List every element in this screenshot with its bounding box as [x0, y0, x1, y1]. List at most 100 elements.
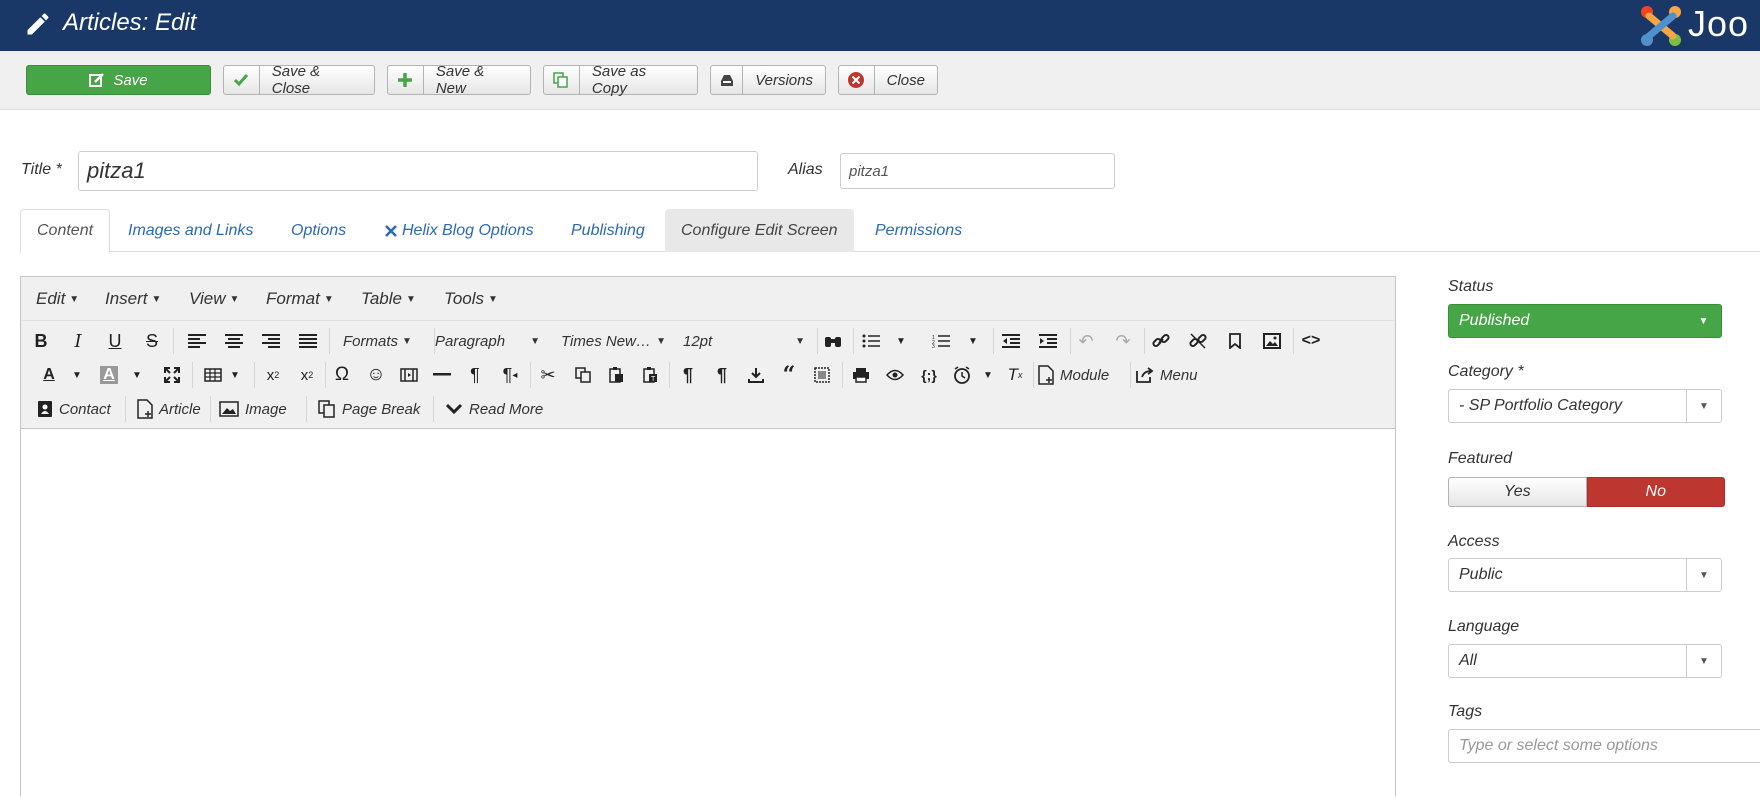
numbered-list-caret-icon[interactable]: ▼	[959, 327, 987, 355]
special-character-icon[interactable]: Ω	[328, 361, 356, 389]
link-icon[interactable]	[1147, 327, 1175, 355]
tab-helix-blog-options[interactable]: Helix Blog Options	[368, 209, 550, 252]
bullet-list-icon[interactable]	[857, 327, 885, 355]
insert-image-button[interactable]: Image	[219, 395, 287, 423]
copy-icon[interactable]	[569, 361, 597, 389]
versions-button[interactable]: Versions	[710, 65, 826, 95]
text-color-caret-icon[interactable]: ▼	[63, 361, 91, 389]
undo-icon[interactable]: ↶	[1072, 327, 1100, 355]
menu-table[interactable]: Table ▼	[361, 289, 416, 309]
media-icon[interactable]	[395, 361, 423, 389]
code-icon[interactable]: <>	[1297, 327, 1325, 355]
copy-icon	[553, 72, 569, 88]
background-color-caret-icon[interactable]: ▼	[123, 361, 151, 389]
status-select[interactable]: Published ▼	[1448, 304, 1722, 338]
insert-page-break-button[interactable]: Page Break	[318, 395, 420, 423]
module-button[interactable]: Module	[1038, 361, 1109, 389]
horizontal-rule-icon[interactable]	[428, 361, 456, 389]
ltr-icon[interactable]: ¶	[461, 361, 489, 389]
save-close-button[interactable]: Save & Close	[223, 63, 375, 97]
find-replace-icon[interactable]	[819, 327, 847, 355]
align-left-icon[interactable]	[183, 327, 211, 355]
menu-button[interactable]: Menu	[1136, 361, 1198, 389]
clear-formatting-icon[interactable]: Tx	[1001, 361, 1029, 389]
access-select[interactable]: Public ▼	[1448, 558, 1722, 592]
language-select[interactable]: All ▼	[1448, 644, 1722, 678]
menu-insert[interactable]: Insert ▼	[105, 289, 161, 309]
pencil-icon	[24, 10, 52, 38]
italic-icon[interactable]: I	[64, 327, 92, 355]
emoticons-icon[interactable]: ☺	[362, 361, 390, 389]
code-sample-icon[interactable]: {;}	[915, 361, 943, 389]
redo-icon[interactable]: ↷	[1109, 327, 1137, 355]
paste-icon[interactable]	[602, 361, 630, 389]
svg-text:3: 3	[932, 344, 935, 348]
visual-chars-icon[interactable]: ¶	[708, 361, 736, 389]
category-label: Category *	[1448, 363, 1524, 380]
featured-yes-button[interactable]: Yes	[1448, 477, 1587, 507]
insert-contact-button[interactable]: Contact	[37, 395, 111, 423]
formats-dropdown[interactable]: Formats ▼	[343, 327, 412, 355]
bookmark-icon[interactable]	[1221, 327, 1249, 355]
print-icon[interactable]	[847, 361, 875, 389]
preview-icon[interactable]	[881, 361, 909, 389]
picture-icon	[219, 401, 239, 417]
tab-images-and-links[interactable]: Images and Links	[112, 209, 269, 252]
strikethrough-icon[interactable]: S	[138, 327, 166, 355]
menu-format[interactable]: Format ▼	[266, 289, 334, 309]
text-color-icon[interactable]: A	[35, 361, 63, 389]
fullscreen-icon[interactable]	[158, 361, 186, 389]
unlink-icon[interactable]	[1184, 327, 1212, 355]
align-justify-icon[interactable]	[294, 327, 322, 355]
menu-edit[interactable]: Edit ▼	[36, 289, 79, 309]
chevron-down-icon: ▼	[1698, 315, 1709, 327]
tab-permissions[interactable]: Permissions	[859, 209, 978, 252]
tab-options[interactable]: Options	[275, 209, 362, 252]
font-size-dropdown[interactable]: 12pt ▼	[683, 327, 805, 355]
save-new-button[interactable]: Save & New	[387, 63, 531, 97]
insert-datetime-icon[interactable]	[948, 361, 976, 389]
paste-text-icon[interactable]: T	[636, 361, 664, 389]
menu-view[interactable]: View ▼	[189, 289, 239, 309]
image-icon[interactable]	[1258, 327, 1286, 355]
alias-input[interactable]: pitza1	[840, 153, 1115, 189]
background-color-icon[interactable]: A	[95, 361, 123, 389]
datetime-caret-icon[interactable]: ▼	[974, 361, 1002, 389]
outdent-icon[interactable]	[997, 327, 1025, 355]
table-caret-icon[interactable]: ▼	[221, 361, 249, 389]
menu-tools[interactable]: Tools ▼	[444, 289, 498, 309]
insert-article-button[interactable]: Article	[137, 395, 201, 423]
save-as-copy-button[interactable]: Save as Copy	[543, 63, 698, 97]
rtl-icon[interactable]: ¶ ◂	[496, 361, 524, 389]
template-icon[interactable]	[808, 361, 836, 389]
underline-icon[interactable]: U	[101, 327, 129, 355]
tab-publishing[interactable]: Publishing	[555, 209, 661, 252]
align-center-icon[interactable]	[220, 327, 248, 355]
action-toolbar: Save Save & Close Save & New Save as Cop…	[0, 51, 1760, 110]
font-family-dropdown[interactable]: Times New… ▼	[561, 327, 666, 355]
tab-configure-edit-screen[interactable]: Configure Edit Screen	[665, 209, 854, 252]
tab-content[interactable]: Content	[20, 209, 111, 253]
bullet-list-caret-icon[interactable]: ▼	[887, 327, 915, 355]
save-button[interactable]: Save	[26, 65, 211, 95]
title-input[interactable]: pitza1	[78, 151, 758, 191]
insert-icon[interactable]	[742, 361, 770, 389]
save-close-label: Save & Close	[271, 63, 321, 97]
featured-no-button[interactable]: No	[1586, 477, 1725, 507]
bold-icon[interactable]: B	[27, 327, 55, 355]
subscript-icon[interactable]: x2	[259, 361, 287, 389]
editor-content-area[interactable]	[21, 429, 1395, 797]
category-select[interactable]: - SP Portfolio Category ▼	[1448, 389, 1722, 423]
align-right-icon[interactable]	[257, 327, 285, 355]
blockquote-icon[interactable]: “	[775, 361, 803, 389]
tags-input[interactable]: Type or select some options	[1448, 729, 1760, 763]
paragraph-mark-icon[interactable]: ¶	[674, 361, 702, 389]
insert-read-more-button[interactable]: Read More	[445, 395, 543, 423]
cut-icon[interactable]: ✂	[534, 361, 562, 389]
indent-icon[interactable]	[1034, 327, 1062, 355]
superscript-icon[interactable]: x2	[293, 361, 321, 389]
numbered-list-icon[interactable]: 123	[927, 327, 955, 355]
edit-icon	[89, 72, 105, 88]
close-button[interactable]: Close	[838, 65, 938, 95]
paragraph-dropdown[interactable]: Paragraph ▼	[435, 327, 540, 355]
